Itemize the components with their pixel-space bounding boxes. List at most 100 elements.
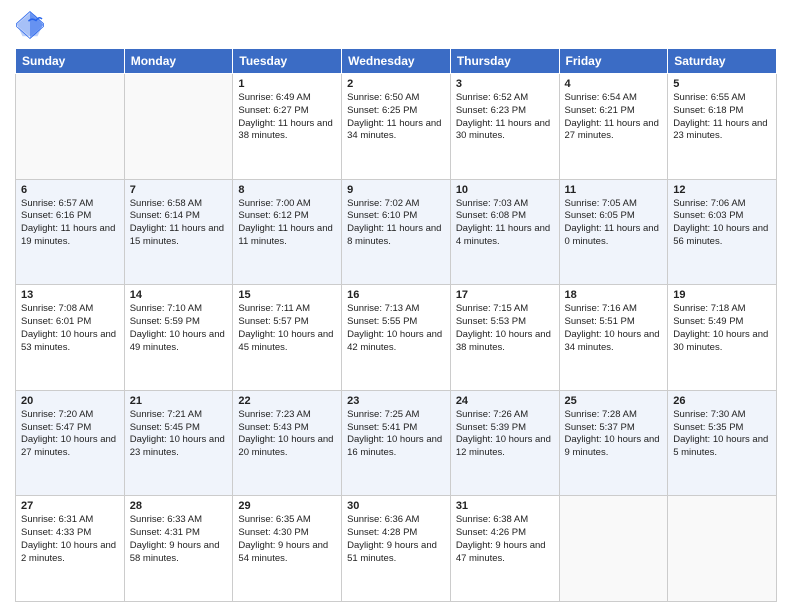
day-info: Sunrise: 7:02 AM Sunset: 6:10 PM Dayligh…: [347, 198, 445, 249]
table-row: 27 Sunrise: 6:31 AM Sunset: 4:33 PM Dayli…: [16, 496, 125, 602]
table-row: 10 Sunrise: 7:03 AM Sunset: 6:08 PM Dayli…: [450, 179, 559, 285]
day-number: 5: [673, 78, 771, 90]
day-number: 27: [21, 500, 119, 512]
day-number: 21: [130, 395, 228, 407]
day-info: Sunrise: 6:57 AM Sunset: 6:16 PM Dayligh…: [21, 198, 119, 249]
col-monday: Monday: [124, 49, 233, 74]
table-row: 14 Sunrise: 7:10 AM Sunset: 5:59 PM Dayli…: [124, 285, 233, 391]
day-number: 4: [565, 78, 663, 90]
day-number: 30: [347, 500, 445, 512]
day-number: 15: [238, 289, 336, 301]
calendar-header-row: Sunday Monday Tuesday Wednesday Thursday…: [16, 49, 777, 74]
day-number: 1: [238, 78, 336, 90]
day-info: Sunrise: 7:20 AM Sunset: 5:47 PM Dayligh…: [21, 409, 119, 460]
table-row: 11 Sunrise: 7:05 AM Sunset: 6:05 PM Dayli…: [559, 179, 668, 285]
table-row: 26 Sunrise: 7:30 AM Sunset: 5:35 PM Dayli…: [668, 390, 777, 496]
day-info: Sunrise: 7:11 AM Sunset: 5:57 PM Dayligh…: [238, 303, 336, 354]
day-info: Sunrise: 6:58 AM Sunset: 6:14 PM Dayligh…: [130, 198, 228, 249]
day-number: 20: [21, 395, 119, 407]
day-info: Sunrise: 7:03 AM Sunset: 6:08 PM Dayligh…: [456, 198, 554, 249]
day-info: Sunrise: 7:30 AM Sunset: 5:35 PM Dayligh…: [673, 409, 771, 460]
calendar-week-row: 1 Sunrise: 6:49 AM Sunset: 6:27 PM Daylig…: [16, 74, 777, 180]
table-row: 8 Sunrise: 7:00 AM Sunset: 6:12 PM Daylig…: [233, 179, 342, 285]
day-info: Sunrise: 7:00 AM Sunset: 6:12 PM Dayligh…: [238, 198, 336, 249]
day-info: Sunrise: 7:16 AM Sunset: 5:51 PM Dayligh…: [565, 303, 663, 354]
day-number: 3: [456, 78, 554, 90]
table-row: 20 Sunrise: 7:20 AM Sunset: 5:47 PM Dayli…: [16, 390, 125, 496]
day-number: 28: [130, 500, 228, 512]
col-wednesday: Wednesday: [342, 49, 451, 74]
table-row: 7 Sunrise: 6:58 AM Sunset: 6:14 PM Daylig…: [124, 179, 233, 285]
day-number: 11: [565, 184, 663, 196]
table-row: 24Sunrise: 7:26 AM Sunset: 5:39 PM Dayli…: [450, 390, 559, 496]
day-info: Sunrise: 7:08 AM Sunset: 6:01 PM Dayligh…: [21, 303, 119, 354]
table-row: 13 Sunrise: 7:08 AM Sunset: 6:01 PM Dayli…: [16, 285, 125, 391]
day-number: 12: [673, 184, 771, 196]
day-info: Sunrise: 6:35 AM Sunset: 4:30 PM Dayligh…: [238, 514, 336, 565]
day-number: 14: [130, 289, 228, 301]
day-info: Sunrise: 6:50 AM Sunset: 6:25 PM Dayligh…: [347, 92, 445, 143]
table-row: [668, 496, 777, 602]
table-row: 1 Sunrise: 6:49 AM Sunset: 6:27 PM Daylig…: [233, 74, 342, 180]
table-row: 17 Sunrise: 7:15 AM Sunset: 5:53 PM Dayli…: [450, 285, 559, 391]
day-number: 24: [456, 395, 554, 407]
calendar-week-row: 27 Sunrise: 6:31 AM Sunset: 4:33 PM Dayli…: [16, 496, 777, 602]
table-row: 2 Sunrise: 6:50 AM Sunset: 6:25 PM Daylig…: [342, 74, 451, 180]
day-number: 8: [238, 184, 336, 196]
table-row: 22 Sunrise: 7:23 AM Sunset: 5:43 PM Dayli…: [233, 390, 342, 496]
day-info: Sunrise: 6:33 AM Sunset: 4:31 PM Dayligh…: [130, 514, 228, 565]
table-row: [124, 74, 233, 180]
logo: [15, 10, 49, 40]
col-saturday: Saturday: [668, 49, 777, 74]
calendar: Sunday Monday Tuesday Wednesday Thursday…: [15, 48, 777, 602]
day-info: Sunrise: 7:13 AM Sunset: 5:55 PM Dayligh…: [347, 303, 445, 354]
table-row: 16 Sunrise: 7:13 AM Sunset: 5:55 PM Dayli…: [342, 285, 451, 391]
day-info: Sunrise: 6:54 AM Sunset: 6:21 PM Dayligh…: [565, 92, 663, 143]
day-info: Sunrise: 7:18 AM Sunset: 5:49 PM Dayligh…: [673, 303, 771, 354]
calendar-week-row: 6 Sunrise: 6:57 AM Sunset: 6:16 PM Daylig…: [16, 179, 777, 285]
day-number: 23: [347, 395, 445, 407]
table-row: [16, 74, 125, 180]
table-row: 19 Sunrise: 7:18 AM Sunset: 5:49 PM Dayli…: [668, 285, 777, 391]
day-info: Sunrise: 7:15 AM Sunset: 5:53 PM Dayligh…: [456, 303, 554, 354]
table-row: 30 Sunrise: 6:36 AM Sunset: 4:28 PM Dayli…: [342, 496, 451, 602]
day-info: Sunrise: 6:52 AM Sunset: 6:23 PM Dayligh…: [456, 92, 554, 143]
table-row: 4 Sunrise: 6:54 AM Sunset: 6:21 PM Daylig…: [559, 74, 668, 180]
col-thursday: Thursday: [450, 49, 559, 74]
day-info: Sunrise: 6:55 AM Sunset: 6:18 PM Dayligh…: [673, 92, 771, 143]
day-number: 17: [456, 289, 554, 301]
day-number: 13: [21, 289, 119, 301]
day-number: 6: [21, 184, 119, 196]
day-info: Sunrise: 6:36 AM Sunset: 4:28 PM Dayligh…: [347, 514, 445, 565]
day-info: Sunrise: 6:31 AM Sunset: 4:33 PM Dayligh…: [21, 514, 119, 565]
day-info: Sunrise: 7:25 AM Sunset: 5:41 PM Dayligh…: [347, 409, 445, 460]
day-number: 31: [456, 500, 554, 512]
day-number: 22: [238, 395, 336, 407]
day-number: 19: [673, 289, 771, 301]
day-info: Sunrise: 7:06 AM Sunset: 6:03 PM Dayligh…: [673, 198, 771, 249]
calendar-week-row: 20 Sunrise: 7:20 AM Sunset: 5:47 PM Dayli…: [16, 390, 777, 496]
day-number: 18: [565, 289, 663, 301]
day-number: 16: [347, 289, 445, 301]
day-info: Sunrise: 7:10 AM Sunset: 5:59 PM Dayligh…: [130, 303, 228, 354]
table-row: 6 Sunrise: 6:57 AM Sunset: 6:16 PM Daylig…: [16, 179, 125, 285]
calendar-week-row: 13 Sunrise: 7:08 AM Sunset: 6:01 PM Dayli…: [16, 285, 777, 391]
table-row: 15 Sunrise: 7:11 AM Sunset: 5:57 PM Dayli…: [233, 285, 342, 391]
day-info: Sunrise: 6:49 AM Sunset: 6:27 PM Dayligh…: [238, 92, 336, 143]
table-row: 28 Sunrise: 6:33 AM Sunset: 4:31 PM Dayli…: [124, 496, 233, 602]
table-row: 18 Sunrise: 7:16 AM Sunset: 5:51 PM Dayli…: [559, 285, 668, 391]
table-row: 23 Sunrise: 7:25 AM Sunset: 5:41 PM Dayli…: [342, 390, 451, 496]
table-row: 25Sunrise: 7:28 AM Sunset: 5:37 PM Dayli…: [559, 390, 668, 496]
day-number: 7: [130, 184, 228, 196]
day-number: 26: [673, 395, 771, 407]
day-info: Sunrise: 7:23 AM Sunset: 5:43 PM Dayligh…: [238, 409, 336, 460]
day-info: Sunrise: 6:38 AM Sunset: 4:26 PM Dayligh…: [456, 514, 554, 565]
day-number: 2: [347, 78, 445, 90]
table-row: 5 Sunrise: 6:55 AM Sunset: 6:18 PM Daylig…: [668, 74, 777, 180]
table-row: 29Sunrise: 6:35 AM Sunset: 4:30 PM Dayli…: [233, 496, 342, 602]
col-sunday: Sunday: [16, 49, 125, 74]
day-number: 10: [456, 184, 554, 196]
day-info: Sunrise: 7:05 AM Sunset: 6:05 PM Dayligh…: [565, 198, 663, 249]
table-row: 31 Sunrise: 6:38 AM Sunset: 4:26 PM Dayli…: [450, 496, 559, 602]
col-tuesday: Tuesday: [233, 49, 342, 74]
